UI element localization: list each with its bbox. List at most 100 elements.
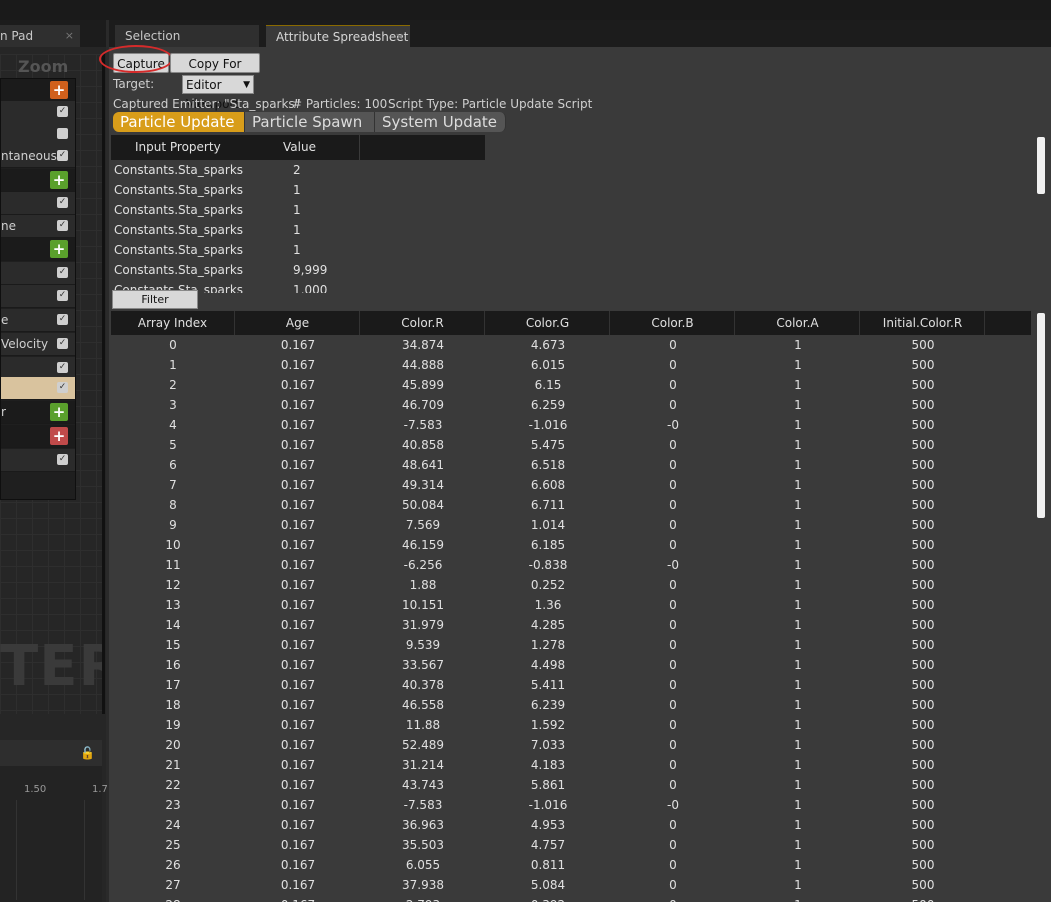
table-row[interactable]: 3 0.167 46.709 6.259 0 1 500	[111, 395, 1031, 415]
enable-checkbox[interactable]: ✓	[57, 220, 68, 231]
table-row[interactable]: 7 0.167 49.314 6.608 0 1 500	[111, 475, 1031, 495]
enable-checkbox[interactable]: ✓	[57, 267, 68, 278]
emitter-node[interactable]: + ✓ ntaneous ✓ + ✓ ne ✓ + ✓ ✓ e ✓ Velocity ✓ ✓ ✓ r + + ✓	[0, 78, 76, 500]
copy-for-excel-button[interactable]: Copy For Excel	[170, 53, 260, 91]
node-module-row[interactable]	[1, 123, 75, 146]
enable-checkbox[interactable]: ✓	[57, 150, 68, 161]
add-module-icon[interactable]: +	[50, 171, 68, 189]
column-header[interactable]: Array Index	[111, 311, 235, 335]
node-module-row[interactable]: e ✓	[1, 309, 75, 332]
table-row[interactable]: 280.1672.7930.39201500	[111, 895, 1031, 902]
table-row[interactable]: Constants.Sta_sparks 9,999	[111, 260, 485, 280]
table-row[interactable]: 22 0.167 43.743 5.861 0 1 500	[111, 775, 1031, 795]
capture-button[interactable]: Capture	[99, 45, 173, 73]
tab-selection[interactable]: Selection	[115, 25, 259, 47]
add-module-icon[interactable]: +	[50, 427, 68, 445]
column-header[interactable]: Color.A	[736, 311, 860, 335]
add-module-icon[interactable]: +	[50, 240, 68, 258]
module-label: r	[1, 405, 6, 419]
node-module-row[interactable]: +	[1, 79, 75, 102]
table-row[interactable]: Constants.Sta_sparks 1	[111, 240, 485, 260]
table-row[interactable]: 8 0.167 50.084 6.711 0 1 500	[111, 495, 1031, 515]
column-header[interactable]: Color.G	[486, 311, 610, 335]
table-row[interactable]: 17 0.167 40.378 5.411 0 1 500	[111, 675, 1031, 695]
attribute-grid-body[interactable]: 0 0.167 34.874 4.673 0 1 500 1 0.167 44.888 6.015 0…	[111, 335, 1031, 902]
enable-checkbox[interactable]: ✓	[57, 290, 68, 301]
node-module-row[interactable]: ntaneous ✓	[1, 145, 75, 168]
filter-attributes-button[interactable]: Filter Attributes	[112, 290, 198, 324]
table-row[interactable]: 20 0.167 52.489 7.033 0 1 500	[111, 735, 1031, 755]
table-row[interactable]: Constants.Sta_sparks 2	[111, 160, 485, 180]
lock-icon[interactable]: 🔓	[80, 746, 95, 760]
table-row[interactable]: 6 0.167 48.641 6.518 0 1 500	[111, 455, 1031, 475]
attribute-grid-scrollbar[interactable]	[1037, 313, 1045, 518]
table-row[interactable]: 19 0.167 11.88 1.592 0 1 500	[111, 715, 1031, 735]
table-row[interactable]: 13 0.167 10.151 1.36 0 1 500	[111, 595, 1031, 615]
enable-checkbox[interactable]: ✓	[57, 314, 68, 325]
node-module-row[interactable]: ✓	[1, 285, 75, 308]
table-row[interactable]: 24 0.167 36.963 4.953 0 1 500	[111, 815, 1031, 835]
table-row[interactable]: Constants.Sta_sparks 1	[111, 200, 485, 220]
enable-checkbox[interactable]: ✓	[57, 338, 68, 349]
column-header[interactable]: Age	[236, 311, 360, 335]
node-module-row[interactable]: r +	[1, 401, 75, 424]
table-row[interactable]: Constants.Sta_sparks 1	[111, 180, 485, 200]
target-dropdown[interactable]: Editor Viewport ▼	[182, 75, 254, 111]
table-cell: 5.861	[530, 778, 566, 792]
enable-checkbox[interactable]: ✓	[57, 362, 68, 373]
table-row[interactable]: 5 0.167 40.858 5.475 0 1 500	[111, 435, 1031, 455]
table-row[interactable]: 25 0.167 35.503 4.757 0 1 500	[111, 835, 1031, 855]
table-row[interactable]: Constants.Sta_sparks 1	[111, 220, 485, 240]
tab-system-update[interactable]: System Update	[375, 112, 506, 132]
node-module-row[interactable]: +	[1, 169, 75, 192]
table-row[interactable]: 14 0.167 31.979 4.285 0 1 500	[111, 615, 1031, 635]
table-row[interactable]: 11 0.167 -6.256 -0.838 -0 1 500	[111, 555, 1031, 575]
node-module-row[interactable]: Velocity ✓	[1, 333, 75, 356]
emitter-graph[interactable]: Zoom 1:1 +✓ntaneous✓+✓ne✓+✓✓e✓Velocity✓✓…	[0, 54, 105, 714]
add-module-icon[interactable]: +	[50, 403, 68, 421]
enable-checkbox[interactable]: ✓	[57, 382, 68, 393]
node-module-row[interactable]: ✓	[1, 262, 75, 285]
table-row[interactable]: 27 0.167 37.938 5.084 0 1 500	[111, 875, 1031, 895]
column-header[interactable]: Initial.Color.R	[861, 311, 985, 335]
table-row[interactable]: 16 0.167 33.567 4.498 0 1 500	[111, 655, 1031, 675]
column-header[interactable]: Initi	[986, 311, 1031, 335]
enable-checkbox[interactable]	[57, 128, 68, 139]
add-module-icon[interactable]: +	[50, 81, 68, 99]
table-row[interactable]: 21 0.167 31.214 4.183 0 1 500	[111, 755, 1031, 775]
node-module-row[interactable]: ✓	[1, 101, 75, 124]
node-module-row[interactable]: ne ✓	[1, 215, 75, 238]
column-header[interactable]: Input Property	[135, 135, 221, 160]
column-header[interactable]: Value	[283, 135, 316, 160]
table-row[interactable]: 12 0.167 1.88 0.252 0 1 500	[111, 575, 1031, 595]
table-row[interactable]: 0 0.167 34.874 4.673 0 1 500	[111, 335, 1031, 355]
table-row[interactable]: 1 0.167 44.888 6.015 0 1 500	[111, 355, 1031, 375]
node-module-row[interactable]: ✓	[1, 377, 75, 400]
parameter-table-body[interactable]: Constants.Sta_sparks 2 Constants.Sta_spark…	[111, 160, 485, 293]
enable-checkbox[interactable]: ✓	[57, 454, 68, 465]
timeline-panel[interactable]: 🔓 1.50 1.7	[0, 740, 108, 902]
table-row[interactable]: 9 0.167 7.569 1.014 0 1 500	[111, 515, 1031, 535]
table-row[interactable]: 2 0.167 45.899 6.15 0 1 500	[111, 375, 1031, 395]
column-header[interactable]: Color.B	[611, 311, 735, 335]
table-row[interactable]: 26 0.167 6.055 0.811 0 1 500	[111, 855, 1031, 875]
enable-checkbox[interactable]: ✓	[57, 106, 68, 117]
node-module-row[interactable]: ✓	[1, 449, 75, 472]
tab-particle-spawn[interactable]: Particle Spawn	[245, 112, 375, 132]
table-row[interactable]: 4 0.167 -7.583 -1.016 -0 1 500	[111, 415, 1031, 435]
table-row[interactable]: 10 0.167 46.159 6.185 0 1 500	[111, 535, 1031, 555]
enable-checkbox[interactable]: ✓	[57, 197, 68, 208]
node-module-row[interactable]: +	[1, 425, 75, 448]
node-module-row[interactable]: +	[1, 238, 75, 261]
node-module-row[interactable]: ✓	[1, 192, 75, 215]
column-header[interactable]: Color.R	[361, 311, 485, 335]
table-row[interactable]: 18 0.167 46.558 6.239 0 1 500	[111, 695, 1031, 715]
table-row[interactable]: 15 0.167 9.539 1.278 0 1 500	[111, 635, 1031, 655]
parameter-scrollbar[interactable]	[1037, 137, 1045, 194]
close-icon[interactable]: ×	[65, 25, 74, 47]
tab-attribute-spreadsheet[interactable]: Attribute Spreadsheet ×	[266, 25, 410, 47]
tab-particle-update[interactable]: Particle Update	[113, 112, 245, 132]
tab-scratch-pad[interactable]: n Pad ×	[0, 25, 80, 47]
close-icon[interactable]: ×	[395, 26, 404, 48]
table-row[interactable]: 23 0.167 -7.583 -1.016 -0 1 500	[111, 795, 1031, 815]
